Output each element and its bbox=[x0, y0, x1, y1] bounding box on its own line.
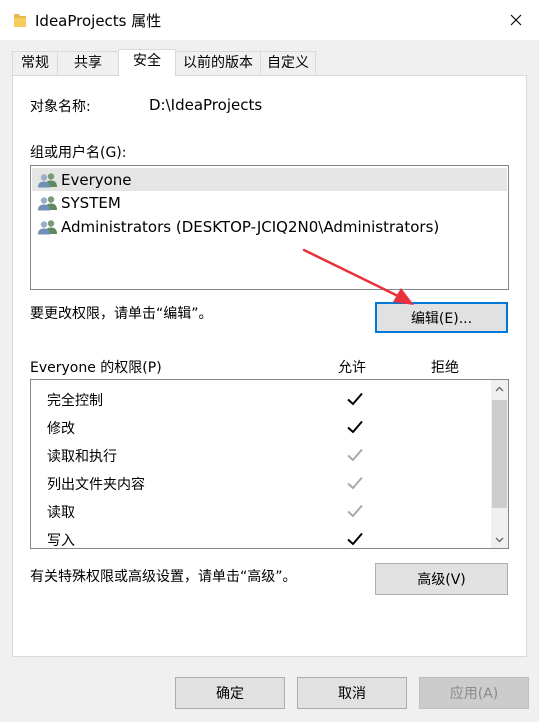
chevron-up-icon bbox=[495, 386, 504, 391]
table-row: 完全控制 bbox=[31, 385, 491, 413]
permission-name: 列出文件夹内容 bbox=[47, 477, 145, 493]
tab-sharing[interactable]: 共享 bbox=[57, 51, 119, 75]
advanced-button[interactable]: 高级(V) bbox=[375, 563, 508, 595]
edit-hint: 要更改权限，请单击“编辑”。 bbox=[30, 306, 213, 322]
close-icon bbox=[510, 14, 522, 26]
table-row: 读取 bbox=[31, 497, 491, 525]
check-icon bbox=[347, 392, 363, 406]
folder-icon bbox=[14, 14, 26, 27]
list-item-label: SYSTEM bbox=[61, 193, 121, 212]
scroll-thumb[interactable] bbox=[492, 400, 507, 508]
tab-customize[interactable]: 自定义 bbox=[260, 51, 316, 75]
groups-label: 组或用户名(G): bbox=[30, 145, 127, 161]
advanced-hint: 有关特殊权限或高级设置，请单击“高级”。 bbox=[30, 569, 297, 585]
object-name-value: D:\IdeaProjects bbox=[149, 96, 263, 114]
scroll-up-button[interactable] bbox=[491, 380, 508, 397]
permission-name: 读取和执行 bbox=[47, 449, 117, 465]
check-icon bbox=[347, 448, 363, 462]
check-icon bbox=[347, 476, 363, 490]
deny-column-header: 拒绝 bbox=[431, 360, 459, 376]
permissions-scrollbar[interactable] bbox=[491, 380, 508, 548]
tab-security[interactable]: 安全 bbox=[118, 49, 176, 76]
groups-listbox[interactable]: Everyone SYSTEM Administrators (DESKTOP-… bbox=[30, 165, 509, 290]
title-bar: IdeaProjects 属性 bbox=[0, 0, 539, 40]
cancel-button[interactable]: 取消 bbox=[297, 677, 407, 709]
tab-general[interactable]: 常规 bbox=[12, 51, 58, 75]
users-icon bbox=[38, 219, 57, 234]
check-icon bbox=[347, 504, 363, 518]
check-icon bbox=[347, 532, 363, 546]
list-item[interactable]: SYSTEM bbox=[32, 191, 507, 214]
table-row: 修改 bbox=[31, 413, 491, 441]
permission-name: 读取 bbox=[47, 505, 75, 521]
close-button[interactable] bbox=[493, 0, 539, 40]
apply-button[interactable]: 应用(A) bbox=[419, 677, 529, 709]
chevron-down-icon bbox=[495, 537, 504, 542]
permission-name: 修改 bbox=[47, 421, 75, 437]
table-row: 列出文件夹内容 bbox=[31, 469, 491, 497]
permissions-list: 完全控制 修改 读取和执行 列出文件夹内容 读取 写入 bbox=[30, 379, 509, 549]
list-item-label: Everyone bbox=[61, 170, 132, 189]
check-icon bbox=[347, 420, 363, 434]
table-row: 写入 bbox=[31, 525, 491, 549]
object-name-label: 对象名称: bbox=[30, 99, 91, 115]
users-icon bbox=[38, 195, 57, 210]
allow-column-header: 允许 bbox=[338, 360, 366, 376]
tab-previous-versions[interactable]: 以前的版本 bbox=[175, 51, 261, 75]
list-item[interactable]: Administrators (DESKTOP-JCIQ2N0\Administ… bbox=[32, 215, 507, 238]
list-item[interactable]: Everyone bbox=[32, 168, 507, 191]
edit-button[interactable]: 编辑(E)... bbox=[375, 302, 508, 333]
permission-name: 完全控制 bbox=[47, 393, 103, 409]
users-icon bbox=[38, 172, 57, 187]
ok-button[interactable]: 确定 bbox=[175, 677, 285, 709]
scroll-down-button[interactable] bbox=[491, 531, 508, 548]
window-title: IdeaProjects 属性 bbox=[35, 12, 162, 30]
list-item-label: Administrators (DESKTOP-JCIQ2N0\Administ… bbox=[61, 217, 440, 236]
table-row: 读取和执行 bbox=[31, 441, 491, 469]
permission-name: 写入 bbox=[47, 533, 75, 549]
permissions-label: Everyone 的权限(P) bbox=[30, 360, 162, 376]
